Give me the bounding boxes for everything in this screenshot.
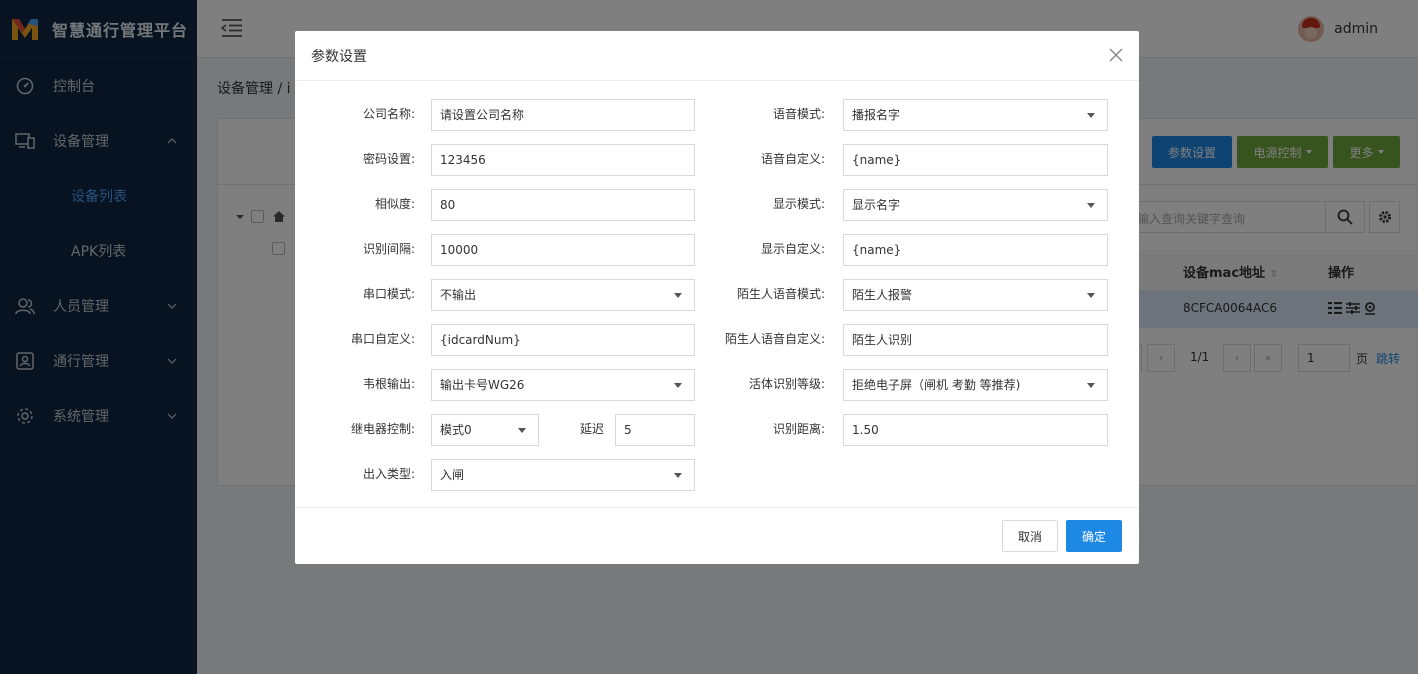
stranger-voice-mode-select[interactable]: 陌生人报警 bbox=[843, 279, 1108, 311]
dialog-footer: 取消 确定 bbox=[295, 507, 1139, 564]
display-mode-select[interactable]: 显示名字 bbox=[843, 189, 1108, 221]
delay-input[interactable]: 5 bbox=[615, 414, 695, 446]
company-name-input[interactable]: 请设置公司名称 bbox=[431, 99, 695, 131]
similarity-label: 相似度: bbox=[374, 197, 415, 211]
close-icon[interactable] bbox=[1109, 48, 1123, 62]
display-custom-label: 显示自定义: bbox=[760, 242, 825, 256]
wiegand-label: 韦根输出: bbox=[362, 377, 415, 391]
display-mode-label: 显示模式: bbox=[772, 197, 825, 211]
distance-label: 识别距离: bbox=[772, 422, 825, 436]
confirm-button[interactable]: 确定 bbox=[1066, 520, 1122, 552]
company-name-label: 公司名称: bbox=[362, 107, 415, 121]
wiegand-select[interactable]: 输出卡号WG26 bbox=[431, 369, 695, 401]
liveness-level-select[interactable]: 拒绝电子屏（闸机 考勤 等推荐) bbox=[843, 369, 1108, 401]
stranger-voice-custom-label: 陌生人语音自定义: bbox=[724, 332, 825, 346]
serial-custom-input[interactable]: {idcardNum} bbox=[431, 324, 695, 356]
serial-mode-select[interactable]: 不输出 bbox=[431, 279, 695, 311]
stranger-voice-custom-input[interactable]: 陌生人识别 bbox=[843, 324, 1108, 356]
voice-mode-label: 语音模式: bbox=[772, 107, 825, 121]
interval-input[interactable]: 10000 bbox=[431, 234, 695, 266]
params-dialog: 参数设置 公司名称: 请设置公司名称 密码设置: 123456 相似度: 80 … bbox=[295, 31, 1139, 564]
relay-label: 继电器控制: bbox=[350, 422, 415, 436]
password-input[interactable]: 123456 bbox=[431, 144, 695, 176]
dialog-title: 参数设置 bbox=[311, 48, 367, 65]
delay-label: 延迟 bbox=[579, 422, 604, 436]
serial-mode-label: 串口模式: bbox=[362, 287, 415, 301]
io-type-select[interactable]: 入闸 bbox=[431, 459, 695, 491]
similarity-input[interactable]: 80 bbox=[431, 189, 695, 221]
cancel-button[interactable]: 取消 bbox=[1002, 520, 1058, 552]
serial-custom-label: 串口自定义: bbox=[350, 332, 415, 346]
display-custom-input[interactable]: {name} bbox=[843, 234, 1108, 266]
interval-label: 识别间隔: bbox=[362, 242, 415, 256]
stranger-voice-mode-label: 陌生人语音模式: bbox=[736, 287, 825, 301]
password-label: 密码设置: bbox=[362, 152, 415, 166]
dialog-header: 参数设置 bbox=[295, 31, 1139, 81]
distance-input[interactable]: 1.50 bbox=[843, 414, 1108, 446]
voice-mode-select[interactable]: 播报名字 bbox=[843, 99, 1108, 131]
io-type-label: 出入类型: bbox=[362, 467, 415, 481]
voice-custom-input[interactable]: {name} bbox=[843, 144, 1108, 176]
liveness-level-label: 活体识别等级: bbox=[748, 377, 825, 391]
voice-custom-label: 语音自定义: bbox=[760, 152, 825, 166]
